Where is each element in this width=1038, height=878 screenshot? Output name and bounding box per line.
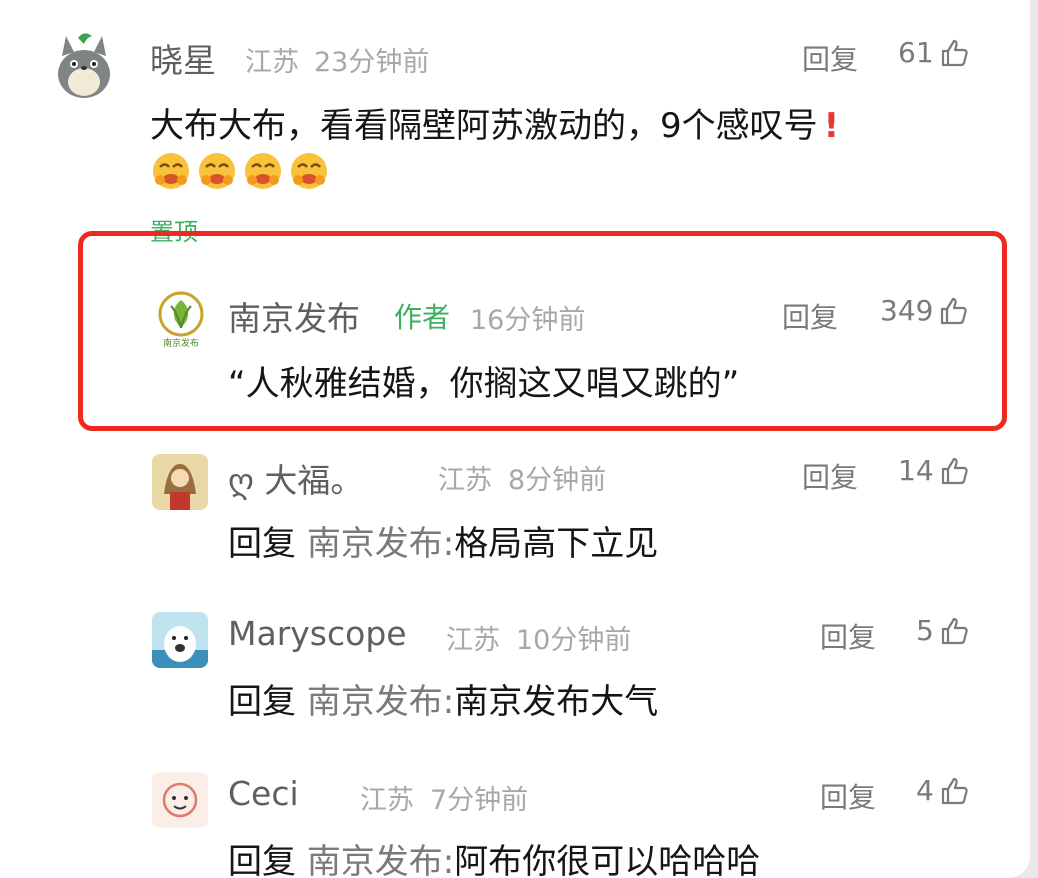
comment-author-name[interactable]: Maryscope	[228, 614, 407, 653]
comment-location: 江苏	[245, 47, 299, 78]
comment-location: 江苏	[360, 785, 414, 816]
comment-time: 7分钟前	[430, 785, 529, 816]
like-count: 4	[916, 774, 934, 807]
comment-item: Ceci 江苏 7分钟前 回复 4 回复 南京发布:阿布你很可以哈哈哈	[0, 760, 1030, 878]
comment-text-content: 南京发布大气	[454, 682, 659, 722]
comment-text: 大布大布，看看隔壁阿苏激动的，9个感叹号!	[150, 98, 839, 147]
laughing-emoji-icon	[245, 153, 281, 189]
like-button[interactable]: 61	[898, 36, 970, 69]
comment-item: Maryscope 江苏 10分钟前 回复 5 回复 南京发布:南京发布大气	[0, 600, 1030, 760]
like-button[interactable]: 5	[916, 614, 970, 647]
comment-list: 晓星 江苏 23分钟前 回复 61 大布大布，看看隔壁阿苏激动的，9个感叹号! …	[0, 0, 1030, 878]
reply-button[interactable]: 回复	[820, 616, 876, 656]
doodle-avatar-icon[interactable]	[152, 772, 208, 828]
exclamation-icon: !	[823, 106, 840, 146]
comment-text-content: 阿布你很可以哈哈哈	[454, 842, 761, 878]
comment-text: 回复 南京发布:阿布你很可以哈哈哈	[228, 834, 760, 878]
comment-location: 江苏	[446, 625, 500, 656]
comment-text: 回复 南京发布:格局高下立见	[228, 516, 658, 565]
comment-text: 回复 南京发布:南京发布大气	[228, 674, 658, 723]
comment-location: 江苏	[438, 465, 492, 496]
comment-time: 8分钟前	[508, 465, 607, 496]
comment-text-content: 格局高下立见	[454, 524, 659, 564]
cartoon-avatar-icon[interactable]	[152, 612, 208, 668]
emoji-row	[150, 150, 334, 192]
reply-prefix: 回复	[228, 524, 296, 564]
reply-target[interactable]: 南京发布:	[307, 524, 454, 564]
like-button[interactable]: 4	[916, 774, 970, 807]
like-button[interactable]: 14	[898, 454, 970, 487]
thumbs-up-icon	[941, 457, 968, 484]
like-count: 14	[898, 454, 934, 487]
like-count: 5	[916, 614, 934, 647]
like-count: 61	[898, 36, 934, 69]
thumbs-up-icon	[941, 39, 968, 66]
laughing-emoji-icon	[291, 153, 327, 189]
comment-time: 23分钟前	[314, 47, 430, 78]
reply-target[interactable]: 南京发布:	[307, 842, 454, 878]
laughing-emoji-icon	[153, 153, 189, 189]
comment-text-content: 大布大布，看看隔壁阿苏激动的，9个感叹号	[150, 106, 818, 146]
reply-target[interactable]: 南京发布:	[307, 682, 454, 722]
reply-button[interactable]: 回复	[802, 456, 858, 496]
laughing-emoji-icon	[199, 153, 235, 189]
comment-item: ღ 大福。 江苏 8分钟前 回复 14 回复 南京发布:格局高下立见	[0, 440, 1030, 600]
thumbs-up-icon	[941, 617, 968, 644]
reply-prefix: 回复	[228, 842, 296, 878]
reply-prefix: 回复	[228, 682, 296, 722]
comment-author-name[interactable]: 晓星	[150, 34, 216, 82]
comment-author-name[interactable]: ღ 大福。	[228, 454, 363, 502]
comment-time: 10分钟前	[516, 625, 632, 656]
thumbs-up-icon	[941, 777, 968, 804]
totoro-avatar-icon[interactable]	[52, 32, 116, 100]
reply-button[interactable]: 回复	[802, 38, 858, 78]
comment-item: 晓星 江苏 23分钟前 回复 61 大布大布，看看隔壁阿苏激动的，9个感叹号! …	[0, 0, 1030, 246]
reply-button[interactable]: 回复	[820, 776, 876, 816]
girl-avatar-icon[interactable]	[152, 454, 208, 510]
comment-author-name[interactable]: Ceci	[228, 774, 299, 813]
highlight-box	[78, 231, 1007, 431]
